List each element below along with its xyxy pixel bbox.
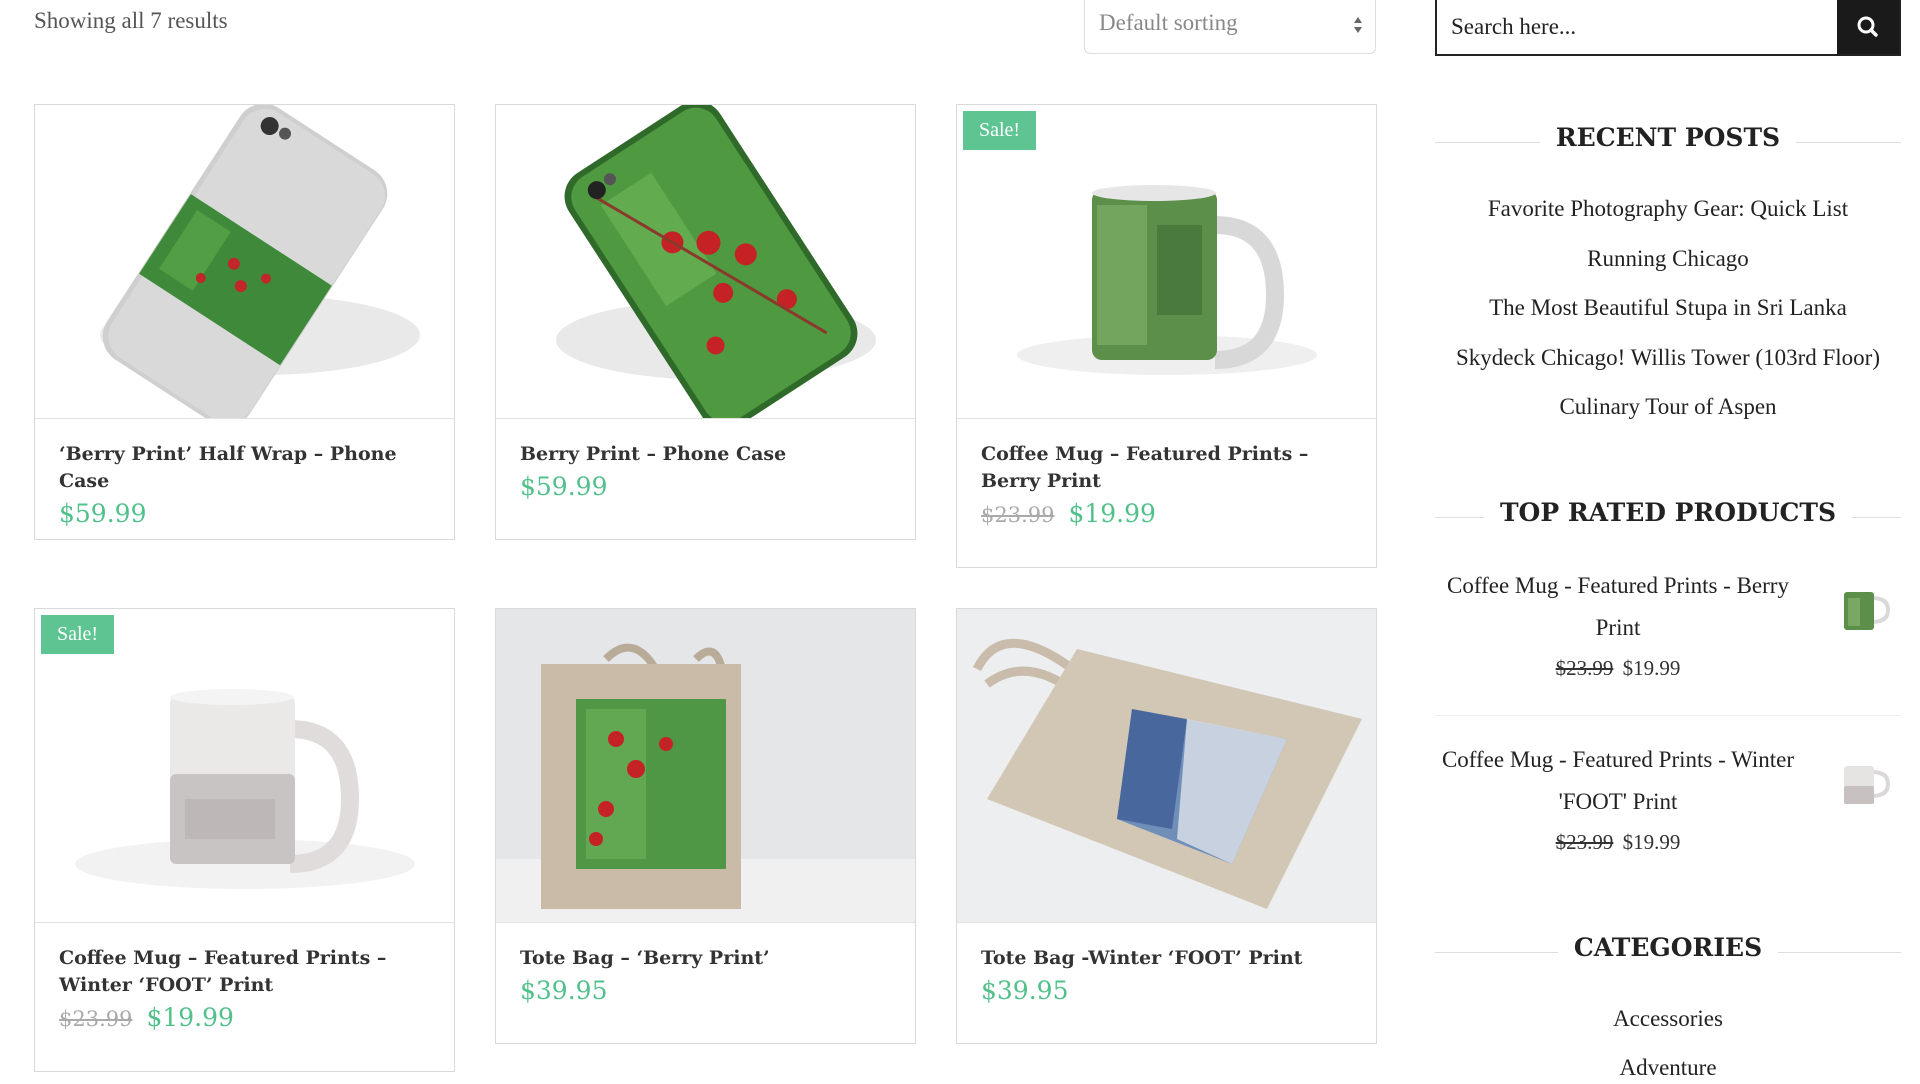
search-button[interactable] — [1837, 0, 1899, 54]
top-rated-sale-price: $19.99 — [1622, 656, 1681, 680]
product-card[interactable]: Sale! Coffee Mug – Featured Prints – Win… — [34, 608, 455, 1072]
category-link[interactable]: Adventure — [1435, 1055, 1901, 1081]
product-price: $23.99 $19.99 — [59, 1003, 436, 1032]
product-price: $23.99 $19.99 — [981, 499, 1358, 528]
product-old-price: $23.99 — [59, 1007, 133, 1031]
phone-case-image — [556, 105, 876, 418]
product-title[interactable]: Tote Bag -Winter ‘FOOT’ Print — [981, 945, 1358, 972]
product-image-phone-case-half-wrap[interactable] — [35, 105, 454, 419]
recent-post-link[interactable]: Culinary Tour of Aspen — [1435, 394, 1901, 420]
sale-badge: Sale! — [963, 111, 1037, 150]
sorting-select[interactable]: Default sorting — [1084, 0, 1376, 54]
search-input[interactable] — [1437, 0, 1839, 54]
result-count: Showing all 7 results — [34, 8, 228, 33]
product-title[interactable]: Berry Print – Phone Case — [520, 441, 897, 468]
product-image-phone-case[interactable] — [496, 105, 915, 419]
phone-case-image — [100, 105, 420, 418]
product-card[interactable]: ‘Berry Print’ Half Wrap – Phone Case $59… — [34, 104, 455, 540]
product-title[interactable]: Coffee Mug – Featured Prints – Berry Pri… — [981, 441, 1358, 495]
product-price: $59.99 — [520, 472, 608, 501]
top-rated-old-price: $23.99 — [1555, 656, 1614, 680]
product-old-price: $23.99 — [981, 503, 1055, 527]
top-rated-price: $23.99 $19.99 — [1438, 830, 1798, 855]
top-rated-thumbnail[interactable] — [1822, 754, 1902, 814]
top-rated-product-link[interactable]: Coffee Mug - Featured Prints - Berry Pri… — [1438, 565, 1798, 649]
product-card[interactable]: Sale! Coffee Mug – Featured Prints – Ber… — [956, 104, 1377, 568]
search-form — [1435, 0, 1901, 56]
top-rated-product-link[interactable]: Coffee Mug - Featured Prints - Winter 'F… — [1438, 739, 1798, 823]
search-icon — [1857, 16, 1878, 37]
top-rated-title: TOP RATED PRODUCTS — [1483, 498, 1853, 527]
product-title[interactable]: Tote Bag – ‘Berry Print’ — [520, 945, 897, 972]
product-price: $59.99 — [59, 499, 147, 528]
recent-post-link[interactable]: Running Chicago — [1435, 246, 1901, 272]
select-arrows-icon — [1354, 17, 1362, 33]
product-image-tote-bag-berry[interactable] — [496, 609, 915, 923]
product-title[interactable]: Coffee Mug – Featured Prints – Winter ‘F… — [59, 945, 436, 999]
tote-bag-image — [496, 643, 915, 922]
product-title[interactable]: ‘Berry Print’ Half Wrap – Phone Case — [59, 441, 436, 495]
categories-title: CATEGORIES — [1557, 933, 1779, 962]
product-image-coffee-mug-winter[interactable]: Sale! — [35, 609, 454, 923]
coffee-mug-image — [1017, 185, 1317, 375]
recent-post-link[interactable]: Favorite Photography Gear: Quick List — [1435, 196, 1901, 222]
product-image-coffee-mug-berry[interactable]: Sale! — [957, 105, 1376, 419]
product-sale-price: $19.99 — [146, 1003, 234, 1032]
product-card[interactable]: Berry Print – Phone Case $59.99 — [495, 104, 916, 540]
recent-post-link[interactable]: Skydeck Chicago! Willis Tower (103rd Flo… — [1435, 345, 1901, 371]
product-card[interactable]: Tote Bag – ‘Berry Print’ $39.95 — [495, 608, 916, 1044]
product-card[interactable]: Tote Bag -Winter ‘FOOT’ Print $39.95 — [956, 608, 1377, 1044]
category-link[interactable]: Accessories — [1435, 1006, 1901, 1032]
recent-post-link[interactable]: The Most Beautiful Stupa in Sri Lanka — [1435, 295, 1901, 321]
product-sale-price: $19.99 — [1068, 499, 1156, 528]
top-rated-sale-price: $19.99 — [1622, 830, 1681, 854]
coffee-mug-image — [75, 689, 415, 889]
top-rated-price: $23.99 $19.99 — [1438, 656, 1798, 681]
top-rated-thumbnail[interactable] — [1822, 580, 1902, 640]
product-image-tote-bag-winter[interactable] — [957, 609, 1376, 923]
sorting-selected-value: Default sorting — [1099, 10, 1238, 35]
product-price: $39.95 — [520, 976, 608, 1005]
recent-posts-title: RECENT POSTS — [1539, 123, 1797, 152]
top-rated-old-price: $23.99 — [1555, 830, 1614, 854]
product-price: $39.95 — [981, 976, 1069, 1005]
sale-badge: Sale! — [41, 615, 115, 654]
tote-bag-image — [972, 638, 1362, 909]
widget-divider — [1435, 715, 1901, 716]
